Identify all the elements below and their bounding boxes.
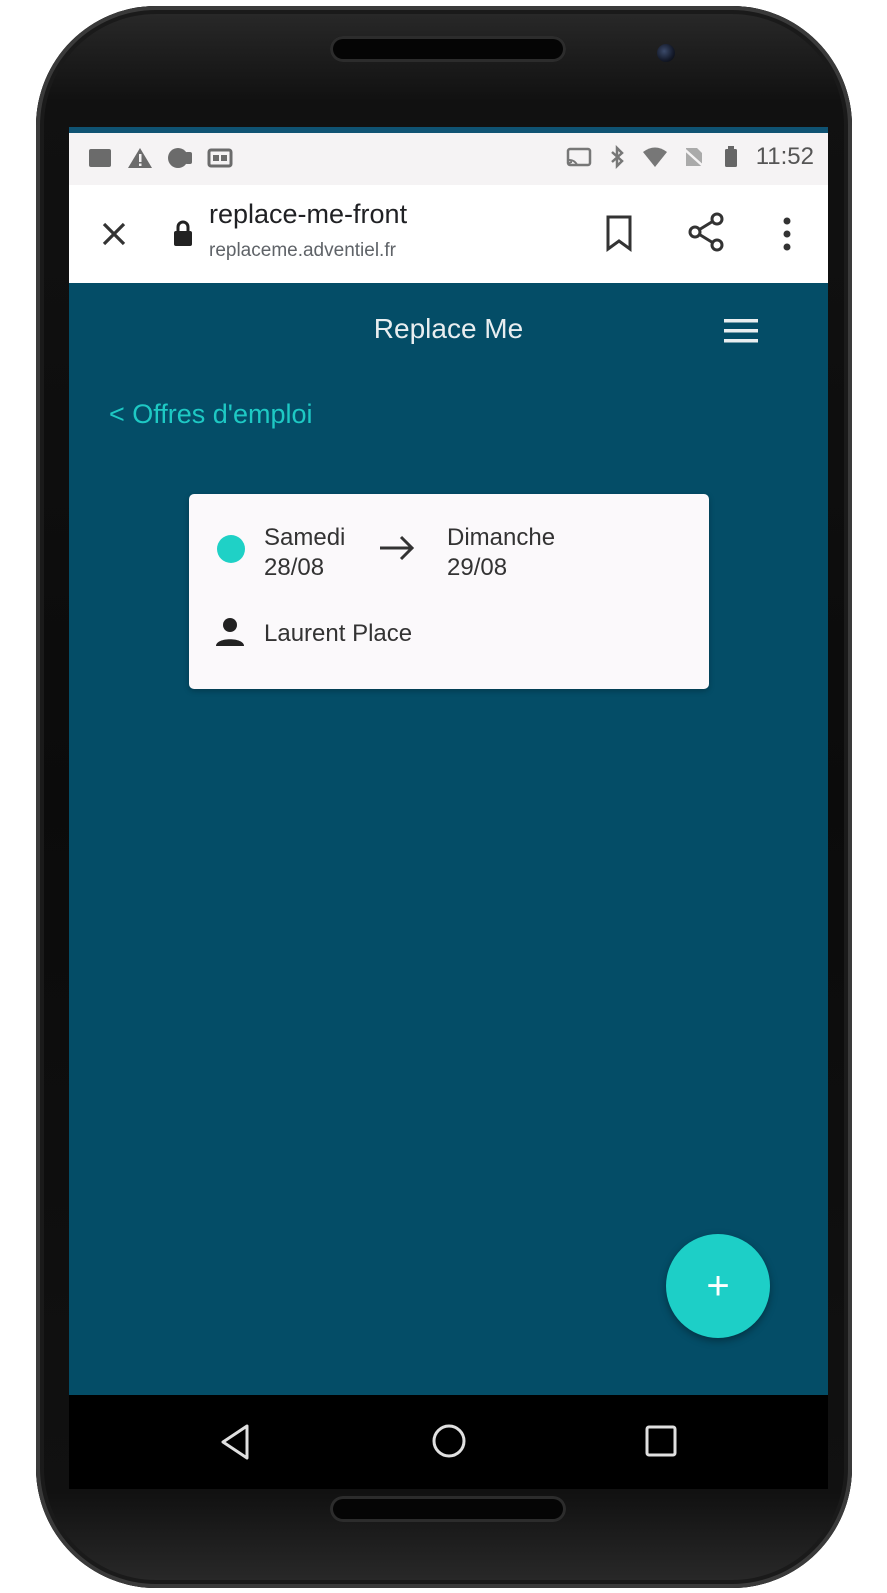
bluetooth-icon [610, 145, 624, 169]
wifi-icon [642, 147, 667, 167]
start-day: Samedi [264, 524, 346, 551]
share-icon[interactable] [686, 211, 726, 253]
notification-icons [87, 146, 233, 170]
custom-tab-toolbar: replace-me-front replaceme.adventiel.fr [69, 185, 828, 283]
warning-icon [128, 148, 152, 168]
start-date: Samedi 28/08 [264, 523, 345, 583]
app-header: Replace Me [69, 283, 828, 375]
add-button[interactable]: + [666, 1234, 770, 1338]
hamburger-menu-icon[interactable] [723, 316, 759, 346]
nav-recent-apps-icon[interactable] [644, 1424, 678, 1458]
more-vert-icon[interactable] [775, 213, 799, 255]
bookmark-icon[interactable] [601, 213, 637, 253]
app-title: Replace Me [373, 313, 524, 344]
no-sim-icon [681, 147, 704, 167]
nav-back-icon[interactable] [217, 1422, 253, 1462]
end-day: Dimanche [447, 524, 556, 551]
card-icon [207, 148, 233, 168]
status-bar: 11:52 [69, 127, 828, 185]
status-dot [217, 535, 245, 563]
bottom-speaker [330, 1496, 566, 1522]
cast-icon [566, 147, 591, 167]
end-date-value: 29/08 [447, 554, 508, 581]
status-time: 11:52 [755, 143, 814, 170]
start-date-value: 28/08 [264, 554, 325, 581]
end-date: Dimanche 29/08 [447, 523, 555, 583]
nav-home-icon[interactable] [430, 1422, 468, 1460]
phone-screen: 11:52 replace-me-front replaceme.adventi… [69, 127, 828, 1395]
front-camera [657, 44, 675, 62]
record-icon [168, 148, 192, 168]
replacement-card[interactable]: Samedi 28/08 Dimanche 29/08 Laurent Plac… [189, 494, 709, 689]
top-speaker [330, 36, 566, 62]
system-status-icons: 11:52 [566, 143, 814, 171]
close-icon[interactable] [95, 215, 133, 253]
arrow-right-icon [380, 535, 415, 561]
page-title: replace-me-front [209, 199, 408, 229]
android-nav-bar [69, 1395, 828, 1489]
page-url: replaceme.adventiel.fr [209, 240, 396, 261]
back-to-job-offers-link[interactable]: < Offres d'emploi [109, 399, 313, 430]
person-icon [216, 618, 244, 646]
battery-icon [724, 146, 737, 167]
lock-icon [174, 220, 192, 246]
notification-square-icon [89, 149, 111, 167]
person-name: Laurent Place [264, 620, 413, 647]
